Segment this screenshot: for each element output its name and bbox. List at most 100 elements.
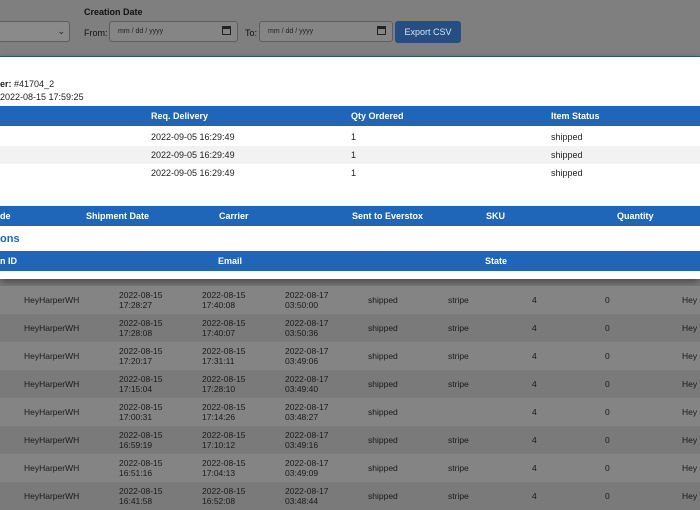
time: 03:49:09 bbox=[285, 468, 319, 478]
table-row[interactable]: HeyHarperWH 2022-08-15 17:15:04 2022-08-1… bbox=[0, 370, 700, 398]
from-date-placeholder: mm / dd / yyyy bbox=[118, 28, 164, 35]
warehouse-cell: HeyHarperWH bbox=[24, 379, 80, 389]
time: 16:59:19 bbox=[119, 440, 153, 450]
count-cell: 0 bbox=[605, 295, 610, 305]
time: 03:50:00 bbox=[285, 300, 319, 310]
time: 03:50:36 bbox=[285, 328, 319, 338]
qty-cell: 4 bbox=[532, 351, 537, 361]
sent-date-cell: 2022-08-17 03:48:27 bbox=[285, 402, 328, 422]
time: 17:04:13 bbox=[202, 468, 236, 478]
time: 17:00:31 bbox=[119, 412, 153, 422]
sent-date-cell: 2022-08-17 03:49:16 bbox=[285, 430, 328, 450]
date: 2022-08-17 bbox=[285, 430, 329, 440]
table-row: 2022-09-05 16:29:49 1 shipped bbox=[0, 164, 700, 182]
header-state: State bbox=[485, 256, 508, 266]
updated-date-cell: 2022-08-15 17:40:07 bbox=[202, 318, 245, 338]
count-cell: 0 bbox=[605, 463, 610, 473]
created-date-cell: 2022-08-15 17:15:04 bbox=[119, 374, 162, 394]
truncated-cell: Hey bbox=[682, 351, 698, 361]
count-cell: 0 bbox=[605, 323, 610, 333]
payment-cell: stripe bbox=[448, 463, 469, 473]
sent-date-cell: 2022-08-17 03:48:44 bbox=[285, 486, 328, 506]
header-qty-ordered: Qty Ordered bbox=[351, 111, 404, 121]
updated-date-cell: 2022-08-15 17:31:11 bbox=[202, 346, 245, 366]
table-row[interactable]: HeyHarperWH 2022-08-15 17:28:27 2022-08-1… bbox=[0, 286, 700, 314]
created-date-cell: 2022-08-15 16:51:16 bbox=[119, 458, 162, 478]
payment-cell: stripe bbox=[448, 323, 469, 333]
time: 17:28:27 bbox=[119, 300, 153, 310]
status-cell: shipped bbox=[368, 435, 398, 445]
date: 2022-08-17 bbox=[285, 486, 329, 496]
from-date-input[interactable]: mm / dd / yyyy bbox=[109, 21, 238, 42]
time: 03:48:27 bbox=[285, 412, 319, 422]
date: 2022-08-17 bbox=[285, 290, 329, 300]
date: 2022-08-15 bbox=[119, 430, 163, 440]
header-code: de bbox=[0, 211, 11, 221]
date: 2022-08-15 bbox=[202, 346, 246, 356]
status-cell: shipped bbox=[368, 323, 398, 333]
count-cell: 0 bbox=[605, 351, 610, 361]
updated-date-cell: 2022-08-15 17:10:12 bbox=[202, 430, 245, 450]
qty-cell: 4 bbox=[532, 407, 537, 417]
header-quantity: Quantity bbox=[617, 211, 654, 221]
items-table-header: Req. Delivery Qty Ordered Item Status bbox=[0, 106, 700, 126]
updated-date-cell: 2022-08-15 17:04:13 bbox=[202, 458, 245, 478]
to-date-input[interactable]: mm / dd / yyyy bbox=[259, 21, 393, 42]
truncated-cell: Hey bbox=[682, 323, 698, 333]
qty-cell: 1 bbox=[351, 132, 357, 142]
date: 2022-08-15 bbox=[202, 374, 246, 384]
status-cell: shipped bbox=[368, 379, 398, 389]
warehouse-cell: HeyHarperWH bbox=[24, 323, 80, 333]
sent-date-cell: 2022-08-17 03:49:06 bbox=[285, 346, 328, 366]
time: 17:14:26 bbox=[202, 412, 236, 422]
warehouse-cell: HeyHarperWH bbox=[24, 463, 80, 473]
truncated-cell: Hey bbox=[682, 295, 698, 305]
created-date-cell: 2022-08-15 17:20:17 bbox=[119, 346, 162, 366]
order-number-line: er: #41704_2 bbox=[0, 79, 54, 89]
header-sent-to-everstox: Sent to Everstox bbox=[352, 211, 424, 221]
qty-cell: 4 bbox=[532, 379, 537, 389]
header-item-status: Item Status bbox=[551, 111, 600, 121]
table-row[interactable]: HeyHarperWH 2022-08-15 17:28:08 2022-08-1… bbox=[0, 314, 700, 342]
time: 03:49:16 bbox=[285, 440, 319, 450]
updated-date-cell: 2022-08-15 16:52:08 bbox=[202, 486, 245, 506]
updated-date-cell: 2022-08-15 17:14:26 bbox=[202, 402, 245, 422]
qty-cell: 4 bbox=[532, 295, 537, 305]
header-carrier: Carrier bbox=[219, 211, 249, 221]
status-cell: shipped bbox=[551, 168, 583, 178]
chevron-down-icon: ⌄ bbox=[57, 26, 65, 36]
creation-date-label: Creation Date bbox=[84, 7, 143, 17]
header-sku: SKU bbox=[486, 211, 506, 221]
header-req-delivery: Req. Delivery bbox=[151, 111, 209, 121]
calendar-icon[interactable] bbox=[377, 26, 386, 35]
table-row[interactable]: HeyHarperWH 2022-08-15 16:41:58 2022-08-1… bbox=[0, 482, 700, 510]
time: 17:31:11 bbox=[202, 356, 235, 366]
from-label: From: bbox=[84, 28, 108, 38]
status-cell: shipped bbox=[368, 463, 398, 473]
warehouse-cell: HeyHarperWH bbox=[24, 435, 80, 445]
calendar-icon[interactable] bbox=[222, 26, 231, 35]
table-row: 2022-09-05 16:29:49 1 shipped bbox=[0, 128, 700, 146]
qty-cell: 4 bbox=[532, 463, 537, 473]
time: 17:28:10 bbox=[202, 384, 236, 394]
order-date: 2022-08-15 17:59:25 bbox=[0, 92, 84, 102]
shipments-table-header: de Shipment Date Carrier Sent to Eversto… bbox=[0, 206, 700, 226]
order-label: er: bbox=[0, 79, 12, 89]
date: 2022-08-15 bbox=[119, 318, 163, 328]
table-row[interactable]: HeyHarperWH 2022-08-15 16:59:19 2022-08-1… bbox=[0, 426, 700, 454]
status-cell: shipped bbox=[368, 295, 398, 305]
table-row[interactable]: HeyHarperWH 2022-08-15 16:51:16 2022-08-1… bbox=[0, 454, 700, 482]
table-row[interactable]: HeyHarperWH 2022-08-15 17:20:17 2022-08-1… bbox=[0, 342, 700, 370]
date: 2022-08-17 bbox=[285, 346, 329, 356]
sent-date-cell: 2022-08-17 03:50:00 bbox=[285, 290, 328, 310]
qty-cell: 4 bbox=[532, 323, 537, 333]
date: 2022-08-15 bbox=[119, 346, 163, 356]
table-row[interactable]: HeyHarperWH 2022-08-15 17:00:31 2022-08-1… bbox=[0, 398, 700, 426]
date: 2022-08-17 bbox=[285, 318, 329, 328]
time: 17:10:12 bbox=[202, 440, 236, 450]
header-shipment-date: Shipment Date bbox=[86, 211, 150, 221]
time: 16:41:58 bbox=[119, 496, 153, 506]
export-csv-button[interactable]: Export CSV bbox=[395, 21, 461, 43]
date: 2022-08-15 bbox=[202, 318, 246, 328]
filter-select[interactable]: ⌄ bbox=[0, 21, 70, 42]
